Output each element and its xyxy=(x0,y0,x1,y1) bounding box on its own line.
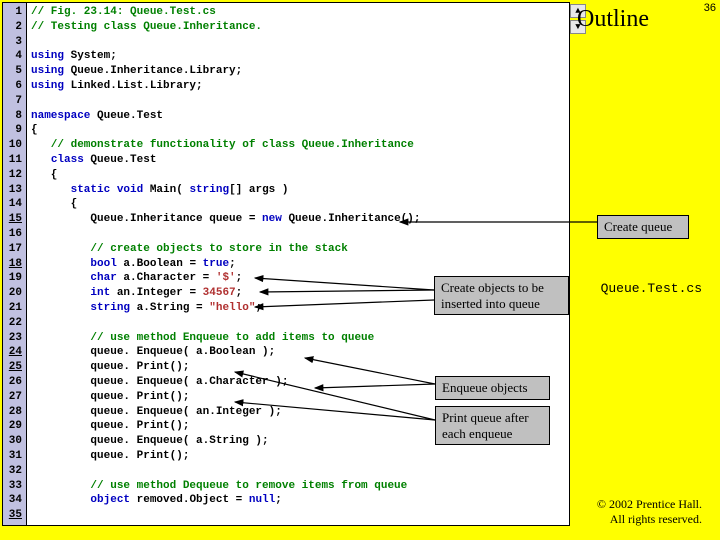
line-number: 23 xyxy=(5,331,22,346)
line-number: 4 xyxy=(5,49,22,64)
line-number: 27 xyxy=(5,390,22,405)
callout-create-queue: Create queue xyxy=(597,215,689,239)
line-number: 28 xyxy=(5,405,22,420)
line-number: 34 xyxy=(5,493,22,508)
line-number: 31 xyxy=(5,449,22,464)
callout-create-objects: Create objects to be inserted into queue xyxy=(434,276,569,315)
line-number: 18 xyxy=(5,257,22,272)
line-number: 29 xyxy=(5,419,22,434)
line-number: 3 xyxy=(5,35,22,50)
line-number: 20 xyxy=(5,286,22,301)
slide-number: 36 xyxy=(704,2,716,14)
copyright-line-1: © 2002 Prentice Hall. xyxy=(597,497,702,511)
line-number: 1 xyxy=(5,5,22,20)
line-number: 11 xyxy=(5,153,22,168)
source-filename: Queue.Test.cs xyxy=(601,281,702,296)
line-number: 25 xyxy=(5,360,22,375)
line-number: 10 xyxy=(5,138,22,153)
line-number: 6 xyxy=(5,79,22,94)
line-number: 35 xyxy=(5,508,22,523)
line-number: 19 xyxy=(5,271,22,286)
line-number: 16 xyxy=(5,227,22,242)
line-number: 17 xyxy=(5,242,22,257)
line-number: 15 xyxy=(5,212,22,227)
line-number: 21 xyxy=(5,301,22,316)
line-number: 9 xyxy=(5,123,22,138)
callout-print-after: Print queue after each enqueue xyxy=(435,406,550,445)
line-number: 26 xyxy=(5,375,22,390)
line-number: 13 xyxy=(5,183,22,198)
line-number: 5 xyxy=(5,64,22,79)
line-number: 30 xyxy=(5,434,22,449)
line-number: 12 xyxy=(5,168,22,183)
line-number: 32 xyxy=(5,464,22,479)
code-listing: 1234567891011121314151617181920212223242… xyxy=(2,2,570,526)
copyright-notice: © 2002 Prentice Hall. All rights reserve… xyxy=(597,497,702,526)
line-number: 8 xyxy=(5,109,22,124)
copyright-line-2: All rights reserved. xyxy=(597,512,702,526)
callout-enqueue-objects: Enqueue objects xyxy=(435,376,550,400)
line-number: 14 xyxy=(5,197,22,212)
code-body: // Fig. 23.14: Queue.Test.cs // Testing … xyxy=(27,3,569,525)
line-number: 33 xyxy=(5,479,22,494)
line-number: 24 xyxy=(5,345,22,360)
line-number: 2 xyxy=(5,20,22,35)
line-number: 7 xyxy=(5,94,22,109)
line-number: 22 xyxy=(5,316,22,331)
line-number-gutter: 1234567891011121314151617181920212223242… xyxy=(3,3,27,525)
